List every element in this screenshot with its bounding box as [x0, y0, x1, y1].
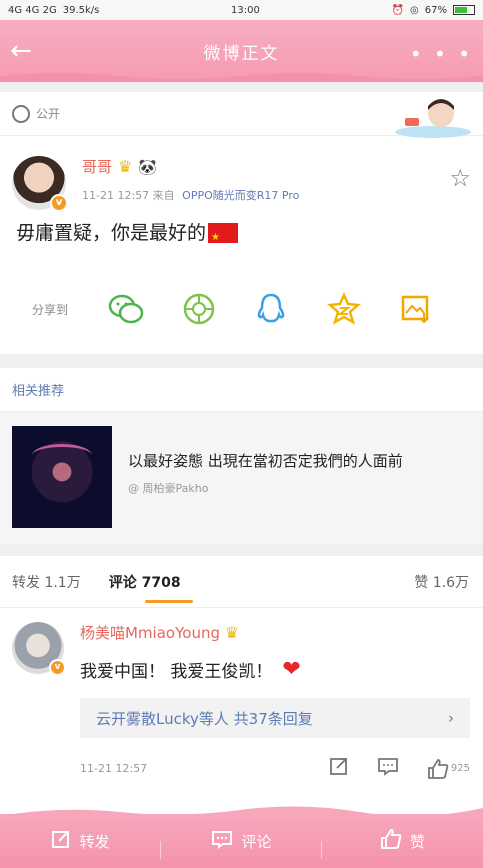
status-bar: 4G 4G 2G 39.5k/s 13:00 ⏰ ◎ 67% [0, 0, 483, 20]
replies-link[interactable]: 云开雾散Lucky等人 共37条回复 › [80, 698, 470, 738]
title-wave-decoration [0, 73, 483, 82]
china-flag-icon [208, 223, 239, 253]
battery-percent: 67% [424, 4, 447, 16]
qzone-icon[interactable] [326, 291, 361, 328]
share-label: 分享到 [32, 302, 69, 317]
avatar[interactable]: v [12, 156, 68, 212]
bottom-like-button[interactable]: 赞 [322, 828, 483, 854]
post-username[interactable]: 哥哥 [82, 156, 112, 177]
verified-badge: v [49, 659, 66, 676]
related-title: 以最好姿態 出現在當初否定我們的人面前 [128, 452, 403, 470]
battery-icon [453, 5, 475, 15]
share-row: 分享到 [12, 264, 471, 354]
comment-text: 我爱中国！ 我爱王俊凯！ [80, 662, 273, 682]
post-source[interactable]: OPPO随光而变R17 Pro [182, 189, 299, 202]
tab-repost[interactable]: 转发 1.1万 [12, 572, 81, 592]
comment-icon[interactable] [377, 756, 399, 781]
clock: 13:00 [231, 4, 260, 16]
source-prefix: 来自 [152, 189, 175, 202]
comment-timestamp: 11-21 12:57 [80, 762, 148, 775]
like-button[interactable]: 925 [427, 758, 470, 780]
star-outline-icon[interactable]: ☆ [449, 164, 471, 192]
save-image-icon[interactable] [399, 291, 433, 328]
bottom-repost-button[interactable]: 转发 [0, 829, 161, 859]
heart-icon: ❤ [282, 657, 301, 682]
related-card[interactable]: 以最好姿態 出現在當初否定我們的人面前 @ 周柏豪Pakho [0, 412, 483, 544]
arrow-left-icon[interactable]: ← [10, 36, 34, 66]
repost-icon [51, 829, 71, 853]
wechat-icon[interactable] [108, 291, 144, 328]
divider [0, 354, 483, 368]
network-speed: 39.5k/s [62, 4, 100, 16]
qq-icon[interactable] [254, 291, 288, 328]
avatar[interactable]: v [12, 622, 66, 676]
bottom-repost-label: 转发 [79, 832, 110, 851]
more-dots-icon[interactable]: • • • [410, 42, 473, 66]
crown-icon: ♛ [224, 623, 240, 642]
bottom-comment-button[interactable]: 评论 [161, 829, 322, 859]
active-tab-indicator [145, 600, 193, 603]
headphone-icon: ◎ [410, 4, 419, 16]
post-timestamp: 11-21 12:57 [82, 189, 150, 202]
visibility-row: 公开 [0, 92, 483, 138]
visibility-label: 公开 [36, 107, 61, 121]
related-thumbnail [12, 426, 112, 528]
network-indicator: 4G 4G 2G [8, 4, 57, 16]
verified-badge: v [50, 194, 68, 212]
tab-likes[interactable]: 赞 1.6万 [414, 572, 469, 592]
globe-icon [12, 104, 30, 123]
post-text: 毋庸置疑，你是最好的 [16, 222, 207, 244]
bottom-like-label: 赞 [409, 832, 425, 851]
related-heading: 相关推荐 [0, 368, 483, 412]
comment-username[interactable]: 杨美喵MmiaoYoung [80, 624, 220, 642]
alarm-icon: ⏰ [391, 4, 405, 16]
repost-icon[interactable] [329, 756, 349, 781]
bottom-comment-label: 评论 [241, 832, 272, 851]
divider [0, 82, 483, 92]
interaction-tabs: 转发 1.1万 评论 7708 赞 1.6万 [0, 556, 483, 608]
related-author: @ 周柏豪Pakho [128, 482, 209, 495]
tab-comments[interactable]: 评论 7708 [109, 572, 181, 592]
panda-icon: 🐼 [138, 157, 158, 176]
replies-text: 云开雾散Lucky等人 共37条回复 [96, 709, 313, 728]
thumbs-up-icon [380, 828, 402, 854]
battery-fill [455, 7, 468, 13]
title-bar: ← 微博正文 • • • [0, 20, 483, 82]
cartoon-avatar-decoration [395, 99, 471, 138]
chevron-right-icon: › [448, 709, 454, 727]
comment-icon [211, 829, 233, 853]
divider [0, 544, 483, 556]
weibo-post: v 哥哥 ♛ 🐼 11-21 12:57 来自 OPPO随光而变R17 Pro … [0, 136, 483, 354]
moments-icon[interactable] [182, 291, 216, 328]
bottom-action-bar: 转发 评论 赞 [0, 806, 483, 868]
comment-item: v 杨美喵MmiaoYoung ♛ 我爱中国！ 我爱王俊凯！ ❤ 云开雾散Luc… [0, 608, 483, 795]
like-count: 925 [450, 763, 470, 774]
thumbs-up-icon [428, 758, 449, 779]
post-body: 毋庸置疑，你是最好的 [12, 218, 471, 253]
crown-icon: ♛ [118, 157, 133, 176]
page-title: 微博正文 [203, 43, 280, 64]
bottom-wave-decoration [0, 806, 483, 816]
